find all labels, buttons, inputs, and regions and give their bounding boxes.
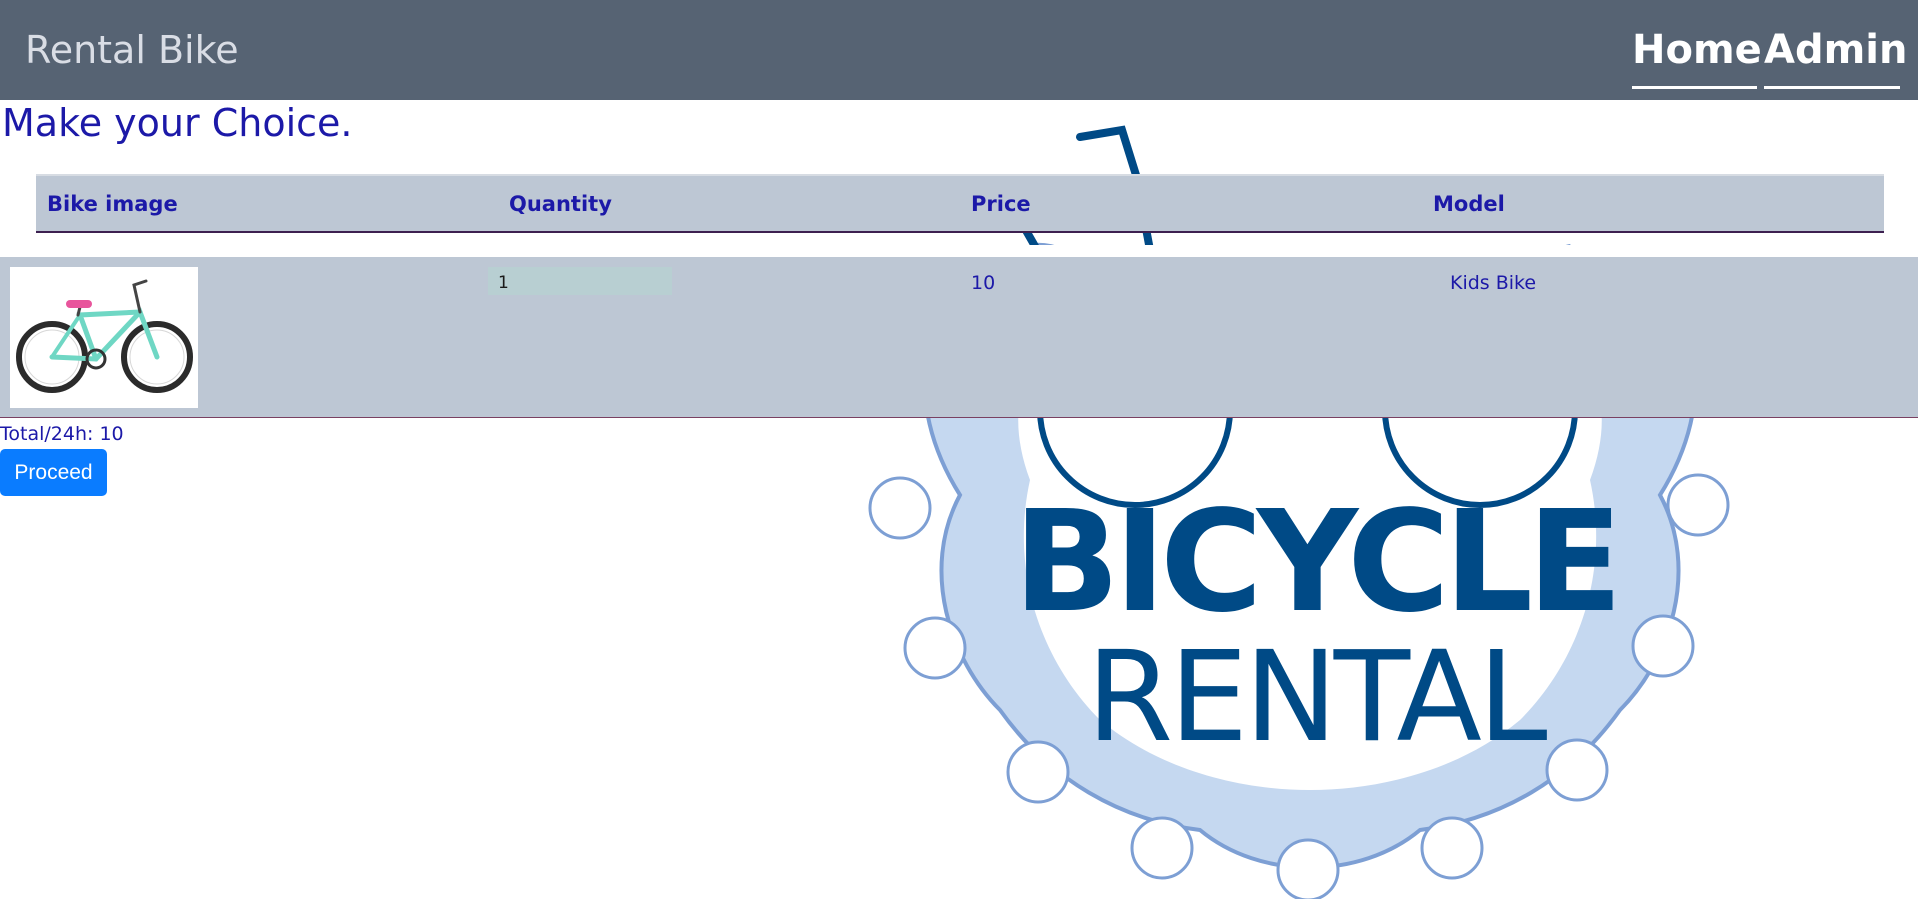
page: BICYCLE RENTAL Rental Bike Home Admin Ma… — [0, 0, 1918, 899]
table-row: 10 Kids Bike — [0, 257, 1918, 418]
total-label: Total/24h: — [0, 423, 94, 445]
page-title: Make your Choice. — [2, 101, 353, 145]
total-per-day: Total/24h: 10 — [0, 423, 124, 445]
navbar: Rental Bike Home Admin — [0, 0, 1918, 100]
nav-admin-link[interactable]: Admin — [1764, 24, 1907, 89]
col-model: Model — [1433, 192, 1505, 216]
col-bike-image: Bike image — [47, 192, 178, 216]
model-cell: Kids Bike — [1450, 272, 1537, 294]
proceed-button[interactable]: Proceed — [0, 449, 107, 496]
price-cell: 10 — [971, 272, 996, 294]
kids-bike-image — [10, 267, 198, 408]
brand-link[interactable]: Rental Bike — [25, 28, 239, 72]
col-price: Price — [971, 192, 1031, 216]
logo-line-2: RENTAL — [1086, 625, 1546, 770]
nav-home-link[interactable]: Home — [1632, 24, 1762, 89]
quantity-input[interactable] — [488, 267, 672, 295]
logo-line-1: BICYCLE — [1013, 481, 1617, 644]
table-header: Bike image Quantity Price Model — [36, 174, 1884, 233]
total-value: 10 — [99, 423, 124, 445]
col-quantity: Quantity — [509, 192, 612, 216]
